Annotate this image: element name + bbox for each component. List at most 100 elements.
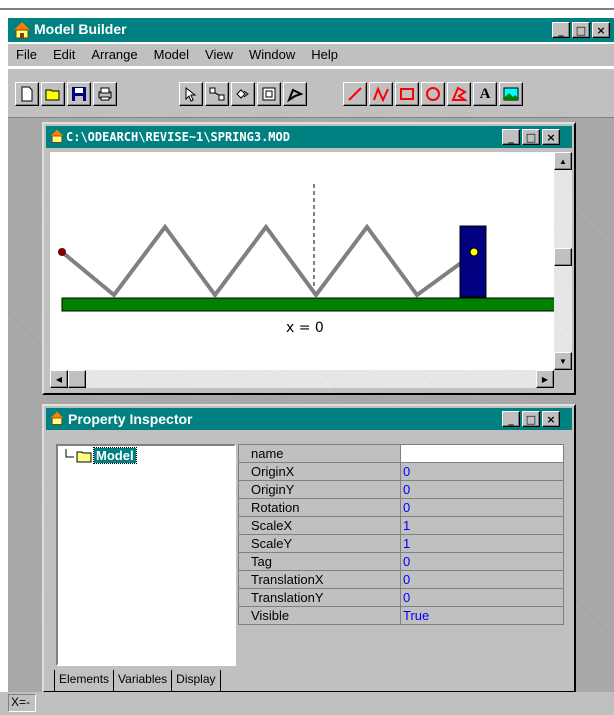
scale-tool-button[interactable]	[257, 82, 281, 106]
horizontal-scroll-thumb[interactable]	[68, 370, 86, 388]
print-button[interactable]	[93, 82, 117, 106]
menu-file[interactable]: File	[8, 44, 45, 66]
minimize-button[interactable]: _	[552, 22, 570, 38]
tab-elements[interactable]: Elements	[54, 670, 115, 692]
mass-pin[interactable]	[469, 247, 479, 257]
element-tree[interactable]: Model	[56, 444, 236, 666]
menu-model[interactable]: Model	[146, 44, 197, 66]
open-folder-icon	[45, 89, 60, 101]
position-readout: x = 0	[286, 320, 324, 336]
model-canvas[interactable]: x = 0	[50, 152, 554, 370]
doc-close-button[interactable]: ×	[542, 129, 560, 145]
property-key: name	[238, 444, 401, 463]
spring-coil[interactable]	[60, 223, 478, 299]
polyline-tool-button[interactable]	[369, 82, 393, 106]
arrow-pointer-icon	[185, 86, 197, 102]
inspector-close-button[interactable]: ×	[542, 411, 560, 427]
pointer-tool-button[interactable]	[179, 82, 203, 106]
inspector-minimize-button[interactable]: _	[502, 411, 520, 427]
horizontal-scrollbar[interactable]: ◀ ▶	[50, 370, 554, 388]
property-inspector-title: Property Inspector	[68, 411, 193, 427]
close-button[interactable]: ×	[592, 22, 610, 38]
scroll-down-button[interactable]: ▼	[554, 352, 572, 370]
inspector-maximize-button[interactable]: □	[522, 411, 540, 427]
property-key: TranslationY	[238, 588, 401, 607]
menu-edit[interactable]: Edit	[45, 44, 83, 66]
app-title: Model Builder	[34, 21, 127, 37]
property-row[interactable]: ScaleY 1	[238, 534, 564, 553]
property-inspector-window[interactable]: Property Inspector _ □ × Model name Orig…	[42, 404, 576, 693]
anchor-point[interactable]	[58, 248, 66, 256]
menu-view[interactable]: View	[197, 44, 241, 66]
file-tool-group	[14, 81, 118, 109]
image-tool-button[interactable]	[499, 82, 523, 106]
scroll-up-button[interactable]: ▲	[554, 152, 572, 170]
top-strip	[0, 0, 614, 10]
property-value[interactable]: 0	[400, 570, 564, 589]
doc-maximize-button[interactable]: □	[522, 129, 540, 145]
property-row[interactable]: Rotation 0	[238, 498, 564, 517]
main-window: Model Builder _ □ × File Edit Arrange Mo…	[0, 0, 614, 715]
spring-diagram[interactable]	[50, 152, 554, 370]
new-file-button[interactable]	[15, 82, 39, 106]
open-button[interactable]	[41, 82, 65, 106]
tab-display[interactable]: Display	[172, 670, 221, 692]
tree-connector-icon	[65, 448, 74, 457]
tab-variables[interactable]: Variables	[114, 670, 173, 692]
property-value[interactable]: 1	[400, 516, 564, 535]
document-titlebar[interactable]: C:\ODEARCH\REVISE~1\SPRING3.MOD _ □ ×	[46, 126, 572, 148]
property-value[interactable]: 0	[400, 498, 564, 517]
save-button[interactable]	[67, 82, 91, 106]
property-row[interactable]: Visible True	[238, 606, 564, 625]
property-value[interactable]: 1	[400, 534, 564, 553]
app-icon	[14, 22, 30, 39]
vertical-scrollbar[interactable]: ▲ ▼	[554, 152, 572, 370]
scroll-right-button[interactable]: ▶	[536, 370, 554, 388]
property-key: Rotation	[238, 498, 401, 517]
polygon-icon	[451, 86, 467, 101]
maximize-button[interactable]: □	[572, 22, 590, 38]
menu-arrange[interactable]: Arrange	[83, 44, 145, 66]
property-value[interactable]: 0	[400, 462, 564, 481]
line-tool-button[interactable]	[343, 82, 367, 106]
property-row[interactable]: TranslationY 0	[238, 588, 564, 607]
property-row[interactable]: OriginY 0	[238, 480, 564, 499]
line-icon	[348, 87, 362, 101]
menu-help[interactable]: Help	[303, 44, 346, 66]
property-row[interactable]: Tag 0	[238, 552, 564, 571]
scale-icon	[262, 87, 276, 101]
app-titlebar[interactable]: Model Builder _ □ ×	[8, 18, 614, 42]
property-value[interactable]: 0	[400, 588, 564, 607]
edit-tool-group	[178, 81, 308, 109]
property-value[interactable]: True	[400, 606, 564, 625]
resize-tool-button[interactable]	[205, 82, 229, 106]
polygon-tool-button[interactable]	[447, 82, 471, 106]
property-row[interactable]: name	[238, 444, 564, 463]
rectangle-tool-button[interactable]	[395, 82, 419, 106]
vertical-scroll-thumb[interactable]	[554, 248, 572, 266]
bend-tool-button[interactable]	[283, 82, 307, 106]
document-window[interactable]: C:\ODEARCH\REVISE~1\SPRING3.MOD _ □ × x …	[42, 122, 576, 395]
rotate-tool-button[interactable]	[231, 82, 255, 106]
folder-icon	[76, 451, 92, 462]
save-disk-icon	[72, 87, 86, 101]
property-row[interactable]: TranslationX 0	[238, 570, 564, 589]
property-row[interactable]: ScaleX 1	[238, 516, 564, 535]
property-inspector-titlebar[interactable]: Property Inspector _ □ ×	[46, 408, 572, 430]
property-row[interactable]: OriginX 0	[238, 462, 564, 481]
property-value[interactable]: 0	[400, 480, 564, 499]
property-value[interactable]: 0	[400, 552, 564, 571]
property-key: Visible	[238, 606, 401, 625]
scroll-left-button[interactable]: ◀	[50, 370, 68, 388]
property-value[interactable]	[400, 444, 564, 463]
floor-bar[interactable]	[61, 297, 554, 312]
tree-node-model[interactable]: Model	[64, 447, 137, 464]
status-bar	[0, 692, 614, 715]
menu-window[interactable]: Window	[241, 44, 303, 66]
ellipse-tool-button[interactable]	[421, 82, 445, 106]
mass-block[interactable]	[459, 225, 487, 298]
property-key: OriginY	[238, 480, 401, 499]
text-tool-button[interactable]: A	[473, 82, 497, 106]
rotate-icon	[236, 89, 249, 99]
doc-minimize-button[interactable]: _	[502, 129, 520, 145]
